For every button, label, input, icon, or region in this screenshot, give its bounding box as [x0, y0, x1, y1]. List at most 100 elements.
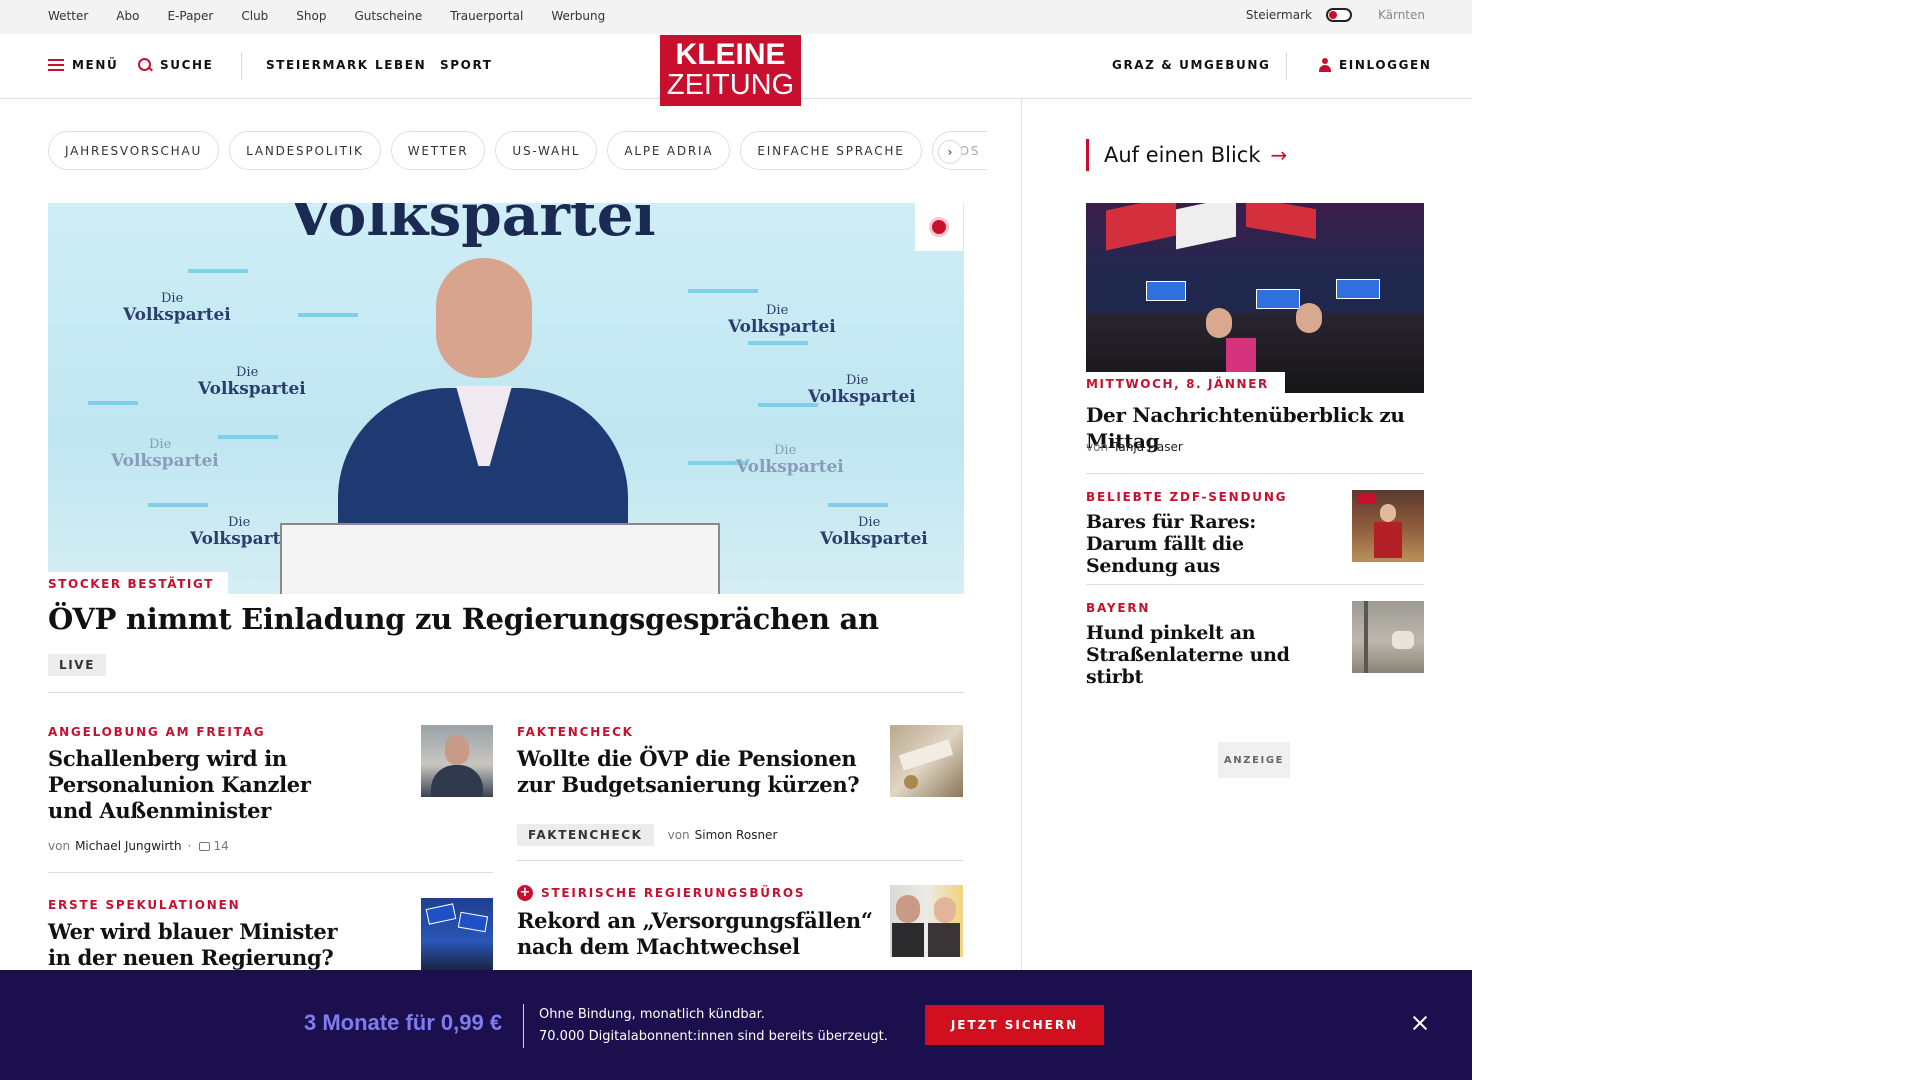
- region-active-label[interactable]: Steiermark: [1246, 8, 1312, 22]
- sidebar-item-kicker: BAYERN: [1086, 601, 1151, 615]
- divider: [48, 692, 964, 693]
- hero-stripe: [188, 269, 248, 273]
- utility-link-trauerportal[interactable]: Trauerportal: [450, 9, 523, 23]
- nav-sport[interactable]: SPORT: [440, 58, 493, 72]
- utility-links: Wetter Abo E-Paper Club Shop Gutscheine …: [48, 9, 633, 23]
- hero-watermark: Die Volkspartei: [808, 373, 916, 407]
- hero-stripe: [828, 503, 888, 507]
- search-icon: [138, 58, 152, 72]
- menu-button[interactable]: MENÜ: [48, 58, 118, 72]
- hamburger-icon: [48, 59, 64, 71]
- hero-watermark: Die Volkspartei: [736, 443, 844, 477]
- author-name[interactable]: Simon Rosner: [695, 828, 778, 842]
- byline-prefix: von: [1086, 440, 1109, 454]
- header-divider-right: [1286, 52, 1287, 80]
- nav-graz-umgebung[interactable]: GRAZ & UMGEBUNG: [1112, 58, 1270, 72]
- utility-link-werbung[interactable]: Werbung: [551, 9, 605, 23]
- tag-wetter[interactable]: WETTER: [390, 131, 486, 170]
- article-kicker: FAKTENCHECK: [517, 725, 634, 739]
- utility-link-wetter[interactable]: Wetter: [48, 9, 88, 23]
- article-kicker: STEIRISCHE REGIERUNGSBÜROS: [541, 886, 806, 900]
- article-title[interactable]: Wollte die ÖVP die Pensionen zur Budgets…: [517, 746, 862, 798]
- comment-count[interactable]: 14: [213, 839, 228, 853]
- hero-stripe: [148, 503, 208, 507]
- topic-tags: JAHRESVORSCHAU LANDESPOLITIK WETTER US-W…: [48, 131, 997, 170]
- header-divider: [241, 52, 242, 80]
- hero-kicker: STOCKER BESTÄTIGT: [48, 572, 229, 594]
- logo-line2: ZEITUNG: [666, 69, 795, 101]
- hero-stripe: [88, 401, 138, 405]
- hero-stripe: [688, 289, 758, 293]
- article-thumbnail[interactable]: [890, 885, 963, 957]
- article-thumbnail[interactable]: [421, 725, 493, 797]
- live-badge: LIVE: [48, 654, 106, 676]
- tag-jahresvorschau[interactable]: JAHRESVORSCHAU: [48, 131, 220, 170]
- hero-live-badge: LIVE: [48, 654, 106, 676]
- login-label: EINLOGGEN: [1339, 58, 1432, 72]
- author-name[interactable]: Michael Jungwirth: [75, 839, 182, 853]
- nav-leben[interactable]: LEBEN: [375, 58, 426, 72]
- tag-alpe-adria[interactable]: ALPE ADRIA: [607, 131, 731, 170]
- article-title[interactable]: Wer wird blauer Minister in der neuen Re…: [48, 919, 338, 971]
- byline-prefix: von: [48, 839, 71, 853]
- tags-scroll-right-chevron-icon[interactable]: ›: [938, 140, 962, 164]
- close-icon[interactable]: [1411, 1014, 1429, 1032]
- ad-label: ANZEIGE: [1218, 742, 1290, 778]
- sidebar-heading-link[interactable]: Auf einen Blick →: [1086, 139, 1287, 171]
- tag-us-wahl[interactable]: US-WAHL: [495, 131, 598, 170]
- utility-link-gutscheine[interactable]: Gutscheine: [354, 9, 422, 23]
- page: Wetter Abo E-Paper Club Shop Gutscheine …: [0, 0, 1472, 1080]
- nav-steiermark[interactable]: STEIERMARK: [266, 58, 369, 72]
- promo-line1: Ohne Bindung, monatlich kündbar.: [539, 1007, 765, 1022]
- sidebar-item-title[interactable]: Hund pinkelt an Straßenlaterne und stirb…: [1086, 622, 1336, 688]
- user-icon: [1319, 58, 1331, 72]
- article-kicker: ERSTE SPEKULATIONEN: [48, 898, 241, 912]
- article-title[interactable]: Rekord an „Versorgungsfällen“ nach dem M…: [517, 908, 877, 960]
- sidebar-item-kicker: BELIEBTE ZDF-SENDUNG: [1086, 490, 1288, 504]
- plus-premium-icon: +: [517, 885, 533, 901]
- sidebar-lead-meta: von Tanja Haser: [1086, 440, 1183, 454]
- author-name[interactable]: Tanja Haser: [1113, 440, 1183, 454]
- hero-podium: [280, 523, 720, 594]
- hero-watermark: Die Volkspartei: [198, 365, 306, 399]
- promo-line2: 70.000 Digitalabonnent:innen sind bereit…: [539, 1029, 888, 1044]
- article-thumbnail[interactable]: [421, 898, 493, 970]
- column-divider: [1021, 99, 1022, 999]
- region-toggle[interactable]: [1325, 8, 1352, 22]
- search-button[interactable]: SUCHE: [138, 58, 213, 72]
- sidebar-item-thumbnail[interactable]: [1352, 601, 1424, 673]
- sidebar-lead-image[interactable]: [1086, 203, 1424, 393]
- login-button[interactable]: EINLOGGEN: [1319, 58, 1431, 72]
- article-kicker: ANGELOBUNG AM FREITAG: [48, 725, 266, 739]
- faktencheck-badge: FAKTENCHECK: [517, 824, 654, 846]
- article-title[interactable]: Schallenberg wird in Personalunion Kanzl…: [48, 746, 338, 824]
- hero-headline[interactable]: ÖVP nimmt Einladung zu Regierungsgespräc…: [48, 602, 879, 636]
- utility-link-shop[interactable]: Shop: [296, 9, 326, 23]
- hero-watermark: Die Volkspartei: [820, 515, 928, 549]
- kleine-zeitung-logo[interactable]: KLEINE ZEITUNG: [660, 35, 801, 106]
- hero-watermark: Die Volkspartei: [123, 291, 231, 325]
- utility-bar: Wetter Abo E-Paper Club Shop Gutscheine …: [0, 0, 1472, 34]
- region-switch: Steiermark Kärnten: [1246, 8, 1425, 22]
- utility-link-abo[interactable]: Abo: [116, 9, 139, 23]
- utility-link-epaper[interactable]: E-Paper: [167, 9, 213, 23]
- article-meta: FAKTENCHECK von Simon Rosner: [517, 824, 777, 846]
- hero-stripe: [748, 341, 808, 345]
- byline-prefix: von: [667, 828, 690, 842]
- promo-price: 3 Monate für 0,99 €: [304, 1010, 503, 1035]
- tag-einfache-sprache[interactable]: EINFACHE SPRACHE: [740, 131, 922, 170]
- sidebar-lead-date: MITTWOCH, 8. JÄNNER: [1086, 372, 1285, 394]
- article-thumbnail[interactable]: [890, 725, 963, 797]
- logo-line1: KLEINE: [675, 38, 786, 71]
- region-other-label[interactable]: Kärnten: [1378, 8, 1425, 22]
- promo-cta-button[interactable]: JETZT SICHERN: [925, 1005, 1104, 1045]
- tag-landespolitik[interactable]: LANDESPOLITIK: [229, 131, 381, 170]
- arrow-right-icon: →: [1270, 143, 1288, 167]
- hero-image[interactable]: Volkspartei Die Volkspartei Die Volksparte…: [48, 203, 964, 594]
- speaker-head: [436, 258, 532, 378]
- hero-watermark: Die Volkspartei: [728, 303, 836, 337]
- sidebar-item-title[interactable]: Bares für Rares: Darum fällt die Sendung…: [1086, 511, 1326, 577]
- utility-link-club[interactable]: Club: [241, 9, 268, 23]
- hero-image-banner-word: Volkspartei: [288, 203, 656, 249]
- sidebar-item-thumbnail[interactable]: [1352, 490, 1424, 562]
